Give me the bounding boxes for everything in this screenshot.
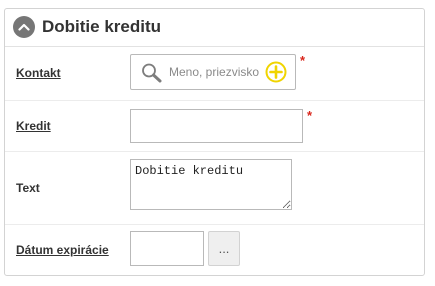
contact-search-input[interactable] [169, 63, 261, 81]
credit-row: Kredit * [5, 101, 424, 152]
panel-title: Dobitie kreditu [42, 17, 162, 36]
chevron-up-icon[interactable] [13, 16, 35, 38]
credit-topup-panel: Dobitie kreditu Kontakt * Kredit [4, 8, 425, 276]
credit-label[interactable]: Kredit [16, 119, 51, 133]
contact-label[interactable]: Kontakt [16, 66, 61, 80]
contact-required-mark: * [300, 53, 306, 68]
plus-circle-icon[interactable] [265, 61, 287, 83]
expiry-date-label[interactable]: Dátum expirácie [16, 243, 109, 257]
expiry-date-input[interactable] [130, 231, 204, 266]
contact-row: Kontakt * [5, 46, 424, 101]
date-picker-button[interactable]: ... [208, 231, 240, 266]
credit-required-mark: * [307, 108, 313, 123]
expiry-row: Dátum expirácie ... [5, 225, 424, 275]
text-label: Text [16, 181, 40, 195]
contact-search-field[interactable] [130, 54, 296, 90]
text-textarea[interactable]: Dobitie kreditu [130, 159, 292, 210]
search-icon [140, 62, 164, 89]
panel-header: Dobitie kreditu [5, 9, 424, 47]
text-row: Text Dobitie kreditu [5, 152, 424, 225]
credit-input[interactable] [130, 109, 303, 143]
